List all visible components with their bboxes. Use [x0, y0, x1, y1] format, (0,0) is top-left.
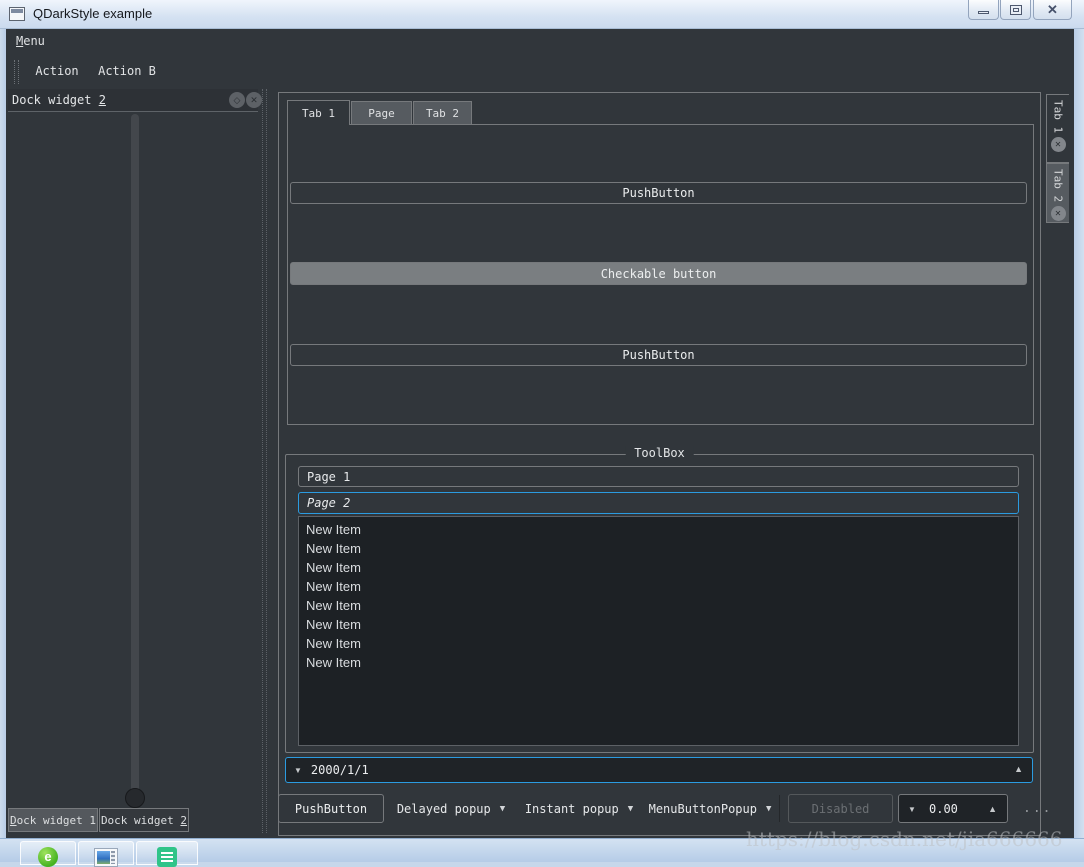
toolbar-handle[interactable] [14, 60, 19, 84]
dock-close-button[interactable]: ✕ [246, 92, 262, 108]
date-edit[interactable]: ▼ 2000/1/1 ▲ [285, 757, 1033, 783]
instant-popup-button[interactable]: Instant popup ▼ [524, 794, 634, 823]
tab-close-icon[interactable]: ✕ [1050, 206, 1066, 222]
delayed-popup-button[interactable]: Delayed popup ▼ [390, 794, 512, 823]
dock-float-button[interactable]: ◇ [229, 92, 245, 108]
toolbox-groupbox: ToolBox Page 1 Page 2 New Item New Item … [285, 446, 1034, 753]
spin-up-icon[interactable]: ▲ [1014, 764, 1023, 774]
spin-value: 0.00 [929, 802, 958, 816]
vertical-slider-handle[interactable] [125, 788, 145, 808]
window-border-right [1074, 29, 1084, 838]
taskbar-button-browser[interactable]: e [20, 841, 76, 867]
toolbar-separator [779, 795, 780, 822]
dock-title: Dock widget 2 [12, 93, 106, 107]
taskbar-button-notes[interactable] [136, 841, 198, 867]
date-value: 2000/1/1 [310, 763, 369, 777]
toolbox-group-title: ToolBox [625, 446, 694, 460]
right-tabbar: Tab 1 ✕ Tab 2 ✕ [1046, 94, 1069, 223]
tab-close-icon[interactable]: ✕ [1050, 137, 1066, 153]
toolbar-overflow-button[interactable]: ... [1023, 801, 1052, 816]
menu-button-popup[interactable]: MenuButtonPopup ▼ [646, 794, 774, 823]
image-viewer-icon [94, 848, 118, 867]
dock-tab-widget-2[interactable]: Dock widget 2 [99, 808, 189, 832]
tab-1[interactable]: Tab 1 [287, 100, 350, 125]
maximize-button[interactable] [1000, 0, 1031, 20]
list-item[interactable]: New Item [299, 596, 1018, 615]
right-tab-2[interactable]: Tab 2 ✕ [1046, 163, 1069, 223]
spin-down-icon[interactable]: ▼ [908, 805, 916, 814]
spin-up-icon[interactable]: ▲ [988, 804, 997, 814]
chevron-down-icon: ▼ [499, 803, 506, 814]
close-icon: ✕ [250, 94, 258, 105]
list-item[interactable]: New Item [299, 558, 1018, 577]
dock-tab-widget-1[interactable]: Dock widget 1 [8, 808, 98, 832]
list-item[interactable]: New Item [299, 615, 1018, 634]
tab-page[interactable]: Page [351, 101, 412, 125]
list-item[interactable]: New Item [299, 520, 1018, 539]
list-item[interactable]: New Item [299, 577, 1018, 596]
close-button[interactable]: ✕ [1033, 0, 1072, 20]
os-taskbar: e [0, 838, 1084, 867]
bottom-push-button[interactable]: PushButton [278, 794, 384, 823]
disabled-button: Disabled [788, 794, 893, 823]
toolbar-action[interactable]: Action [28, 61, 86, 80]
taskbar-button-image-viewer[interactable] [78, 841, 134, 867]
browser-icon: e [38, 847, 58, 867]
chevron-down-icon: ▼ [627, 803, 634, 814]
dropdown-arrow-icon[interactable]: ▼ [294, 766, 302, 775]
list-item[interactable]: New Item [299, 653, 1018, 672]
toolbar-action-b[interactable]: Action B [94, 61, 160, 80]
chevron-down-icon: ▼ [765, 803, 772, 814]
minimize-button[interactable] [968, 0, 999, 20]
close-icon: ✕ [1047, 2, 1058, 17]
list-item[interactable]: New Item [299, 634, 1018, 653]
list-item[interactable]: New Item [299, 539, 1018, 558]
tab-pane [287, 124, 1034, 425]
splitter-handle[interactable] [262, 89, 267, 833]
tab-2[interactable]: Tab 2 [413, 101, 472, 125]
notes-icon [157, 847, 177, 867]
toolbox-page-2-header[interactable]: Page 2 [298, 492, 1019, 514]
menu-bar-item[interactable]: Menu [16, 34, 45, 48]
vertical-slider-track[interactable] [131, 114, 139, 794]
window-title: QDarkStyle example [33, 6, 153, 21]
toolbox-page-1-header[interactable]: Page 1 [298, 466, 1019, 487]
float-icon: ◇ [233, 94, 241, 105]
app-icon [9, 7, 25, 21]
minimize-icon [978, 11, 989, 14]
double-spinbox[interactable]: ▼ 0.00 ▲ [898, 794, 1008, 823]
right-tab-1[interactable]: Tab 1 ✕ [1046, 95, 1069, 163]
list-widget: New Item New Item New Item New Item New … [298, 516, 1019, 746]
titlebar: QDarkStyle example ✕ [0, 0, 1084, 29]
maximize-icon [1009, 4, 1022, 15]
